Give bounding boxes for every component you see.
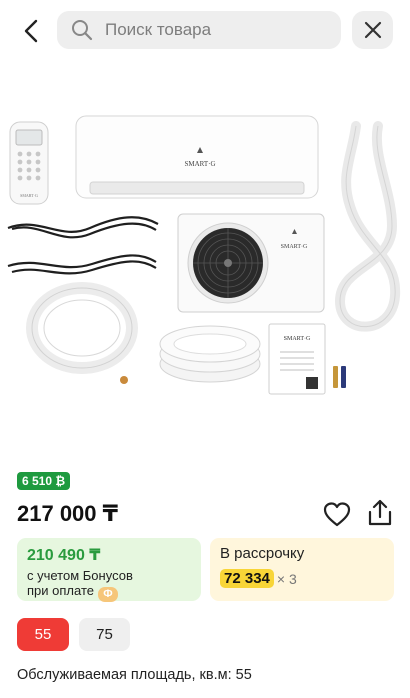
- outdoor-unit-image: SMART·G: [177, 213, 325, 313]
- search-icon: [72, 20, 93, 41]
- svg-text:SMART·G: SMART·G: [284, 336, 311, 342]
- air-conditioner-kit-image: SMART·G SMART·G SMART·G SMART·G: [7, 115, 401, 395]
- back-button[interactable]: [14, 14, 48, 48]
- installment-multiplier: × 3: [276, 570, 297, 587]
- bonus-caption-line2-row: при оплате Ф: [27, 583, 191, 602]
- batteries-image: [333, 366, 346, 388]
- installment-amount: 72 334: [220, 569, 274, 588]
- bonus-badge: 6 510 ₿: [17, 472, 71, 490]
- cables-image: [7, 216, 159, 275]
- pipe-coil-center-image: [159, 325, 261, 383]
- indoor-unit-image: SMART·G: [75, 115, 319, 199]
- bonus-price-caption: с учетом Бонусов при оплате Ф: [27, 568, 191, 602]
- share-icon: [368, 499, 392, 526]
- remote-control-image: SMART·G: [9, 121, 49, 205]
- chevron-left-icon: [24, 19, 38, 43]
- pipe-coil-left-image: [26, 282, 138, 384]
- pipe-coil-right-image: [334, 121, 401, 332]
- area-option-75[interactable]: 75: [79, 618, 130, 651]
- bonus-price: 210 490 ₸: [27, 547, 101, 564]
- area-option-55[interactable]: 55: [17, 618, 69, 651]
- installment-card[interactable]: В рассрочку 72 334 × 3: [210, 538, 394, 601]
- price: 217 000 ₸: [17, 501, 118, 526]
- favorite-button[interactable]: [322, 500, 352, 528]
- svg-text:SMART·G: SMART·G: [184, 160, 215, 168]
- close-icon: [364, 21, 381, 39]
- manual-image: SMART·G: [268, 323, 326, 395]
- search-bar[interactable]: [57, 11, 341, 49]
- close-button[interactable]: [352, 11, 393, 49]
- bonus-caption-line2: при оплате: [27, 583, 94, 598]
- installment-title: В рассрочку: [220, 545, 305, 562]
- product-image[interactable]: SMART·G SMART·G SMART·G SMART·G: [0, 96, 410, 414]
- bonus-coin-icon: Ф: [97, 587, 118, 602]
- heart-icon: [323, 502, 351, 527]
- share-button[interactable]: [366, 498, 394, 528]
- svg-text:SMART·G: SMART·G: [281, 244, 308, 250]
- bonus-caption-line1: с учетом Бонусов: [27, 568, 133, 583]
- installment-row: 72 334 × 3: [220, 569, 384, 588]
- area-label: Обслуживаемая площадь, кв.м: 55: [17, 667, 252, 683]
- svg-text:SMART·G: SMART·G: [20, 193, 38, 198]
- bonus-price-card[interactable]: 210 490 ₸ с учетом Бонусов при оплате Ф: [17, 538, 201, 602]
- top-bar: [0, 0, 410, 62]
- search-input[interactable]: [105, 20, 325, 40]
